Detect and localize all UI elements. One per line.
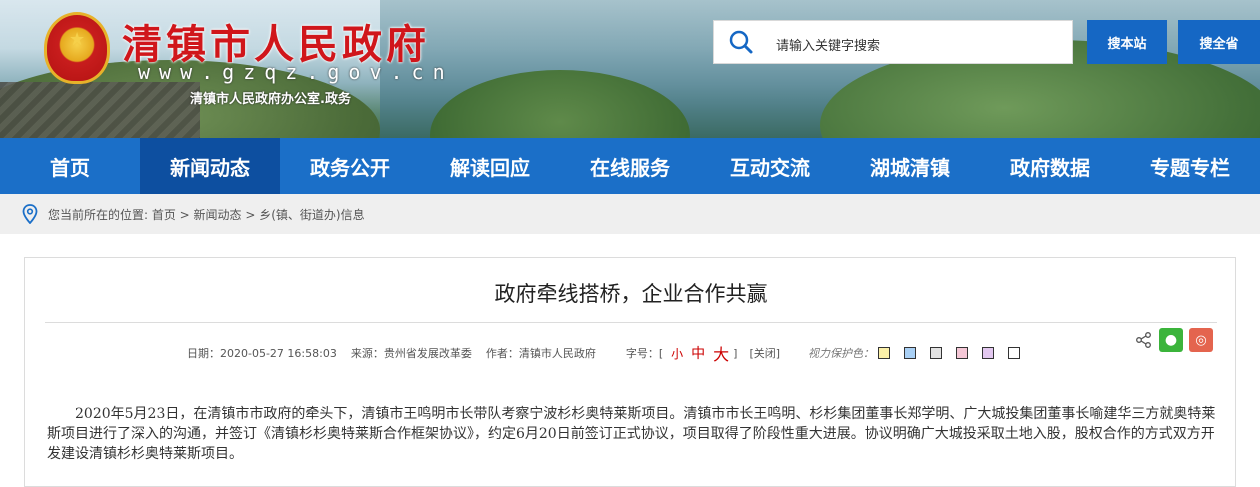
close-button[interactable]: [关闭] (749, 345, 780, 361)
title-divider (45, 322, 1217, 323)
share-icon[interactable] (1135, 331, 1153, 349)
wechat-icon[interactable]: ● (1159, 328, 1183, 352)
nav-item-special-topics[interactable]: 专题专栏 (1120, 138, 1260, 194)
font-small-button[interactable]: 小 (671, 345, 683, 362)
article-source: 来源：贵州省发展改革委 (350, 347, 472, 360)
search-station-button[interactable]: 搜本站 (1087, 20, 1167, 64)
eye-color-swatch[interactable] (904, 347, 917, 359)
article-card: 政府牵线搭桥，企业合作共赢 日期：2020-05-27 16:58:03 来源：… (24, 257, 1236, 487)
font-size-close: ] (733, 346, 738, 360)
article-date: 日期：2020-05-27 16:58:03 (187, 347, 337, 360)
star-icon: ★ (69, 29, 86, 50)
search-input[interactable]: 请输入关键字搜索 (713, 20, 1073, 64)
site-org: 清镇市人民政府办公室.政务 (190, 92, 351, 107)
eye-color-swatch[interactable] (1008, 347, 1021, 359)
nav-item-lake-city[interactable]: 湖城清镇 (840, 138, 980, 194)
breadcrumb-text[interactable]: 您当前所在的位置: 首页 > 新闻动态 > 乡(镇、街道办)信息 (48, 206, 365, 223)
weibo-icon[interactable]: ◎ (1189, 328, 1213, 352)
font-size-label: 字号：[ (625, 347, 664, 360)
site-domain: www.gzqz.gov.cn (138, 60, 454, 84)
nav-item-gov-affairs[interactable]: 政务公开 (280, 138, 420, 194)
share-bar: ● ◎ (1135, 328, 1213, 352)
eye-color-swatch[interactable] (982, 347, 995, 359)
nav-item-interaction[interactable]: 互动交流 (700, 138, 840, 194)
font-mid-button[interactable]: 中 (691, 343, 705, 363)
nav-item-online-service[interactable]: 在线服务 (560, 138, 700, 194)
national-emblem-icon: ★ (44, 12, 110, 84)
article-title: 政府牵线搭桥，企业合作共赢 (494, 282, 768, 306)
article-body: 2020年5月23日，在清镇市市政府的牵头下，清镇市王鸣明市长带队考察宁波杉杉奥… (47, 406, 1216, 462)
nav-item-home[interactable]: 首页 (0, 138, 140, 194)
nav-item-news[interactable]: 新闻动态 (140, 138, 280, 194)
nav-item-gov-data[interactable]: 政府数据 (980, 138, 1120, 194)
breadcrumb: 您当前所在的位置: 首页 > 新闻动态 > 乡(镇、街道办)信息 (0, 194, 1260, 234)
font-big-button[interactable]: 大 (713, 341, 729, 365)
eye-color-swatch[interactable] (930, 347, 943, 359)
main-nav: 首页 新闻动态 政务公开 解读回应 在线服务 互动交流 湖城清镇 政府数据 专题… (0, 138, 1260, 194)
header-banner: ★ 清镇市人民政府 www.gzqz.gov.cn 清镇市人民政府办公室.政务 … (0, 0, 1260, 138)
article-author: 作者：清镇市人民政府 (485, 347, 596, 360)
article-meta: 日期：2020-05-27 16:58:03 来源：贵州省发展改革委 作者：清镇… (187, 341, 1034, 365)
nav-item-interpretation[interactable]: 解读回应 (420, 138, 560, 194)
search-icon (729, 30, 753, 54)
search-all-button[interactable]: 搜全省 (1178, 20, 1260, 64)
search-placeholder: 请输入关键字搜索 (776, 39, 881, 54)
eye-protect-label: 视力保护色： (808, 347, 875, 360)
eye-color-swatch[interactable] (878, 347, 891, 359)
banner-roof (0, 82, 200, 138)
eye-color-swatch[interactable] (956, 347, 969, 359)
location-pin-icon (22, 204, 38, 224)
